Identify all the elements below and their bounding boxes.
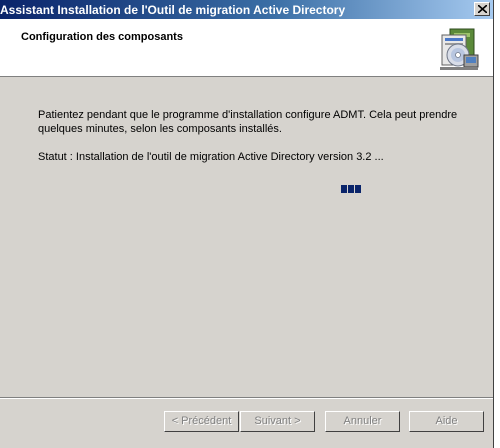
progress-indicator [341,184,362,193]
wizard-header: Configuration des composants [0,19,493,77]
progress-block [348,185,354,193]
installer-package-icon [440,28,479,70]
close-button[interactable] [474,2,490,16]
title-bar[interactable]: Assistant Installation de l'Outil de mig… [0,0,493,19]
help-button[interactable]: Aide [409,411,484,432]
status-text: Statut : Installation de l'outil de migr… [38,151,384,163]
footer-divider-highlight [0,398,493,399]
next-button[interactable]: Suivant > [240,411,315,432]
installer-window: Assistant Installation de l'Outil de mig… [0,0,494,448]
previous-button[interactable]: < Précédent [164,411,239,432]
instruction-text: Patientez pendant que le programme d'ins… [38,109,458,135]
cancel-button[interactable]: Annuler [325,411,400,432]
window-title: Assistant Installation de l'Outil de mig… [0,3,346,17]
page-title: Configuration des composants [21,31,183,43]
progress-block [341,185,347,193]
progress-block [355,185,361,193]
close-icon [478,5,487,13]
